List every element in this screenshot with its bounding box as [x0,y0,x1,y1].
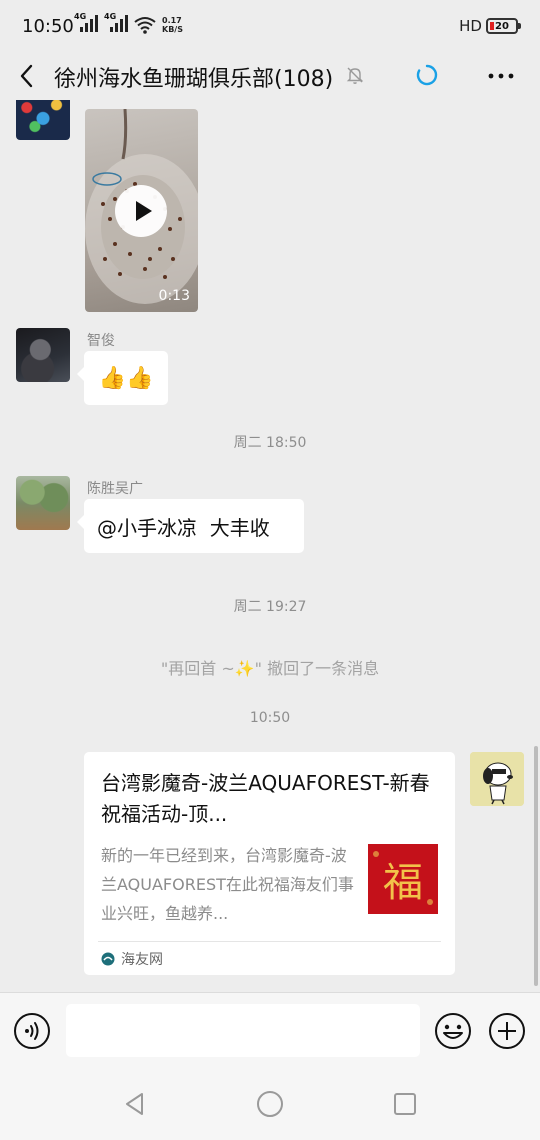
chat-area[interactable]: 0:13 智俊 👍👍 周二 18:50 陈胜吴广 @小手冰凉 大丰收 周二 19… [0,100,540,992]
network-speed: 0.17 KB/S [162,16,183,34]
share-thumb-char: 福 [383,860,423,906]
battery-level: 20 [495,20,509,32]
input-bar [0,992,540,1068]
status-time: 10:50 [22,16,74,37]
play-icon[interactable] [115,185,167,237]
avatar[interactable] [16,476,70,530]
chat-title: 徐州海水鱼珊瑚俱乐部(108) [54,67,334,92]
snoopy-avatar-image [470,752,524,806]
sender-name: 陈胜吴广 [87,481,143,497]
link-share-card[interactable]: 台湾影魔奇-波兰AQUAFOREST-新春祝福活动-顶... 新的一年已经到来，… [84,752,455,975]
signal-icon: 4G [74,12,98,34]
more-icon[interactable] [486,64,516,88]
hd-indicator: HD [459,17,482,35]
message-text: @小手冰凉 大丰收 [97,515,270,540]
video-duration: 0:13 [158,288,190,304]
chat-header: 徐州海水鱼珊瑚俱乐部(108) [0,52,540,100]
nav-back-icon[interactable] [121,1090,149,1118]
loading-icon [416,64,438,86]
status-icons: 4G 4G 0.17 KB/S [74,12,183,34]
system-nav-bar [0,1068,540,1140]
message-input[interactable] [66,1004,420,1057]
share-description: 新的一年已经到来，台湾影魔奇-波兰AQUAFOREST在此祝福海友们事业兴旺，鱼… [101,846,354,923]
timestamp: 10:50 [249,710,291,726]
share-source-name: 海友网 [121,952,163,968]
battery-icon: 20 [486,18,521,34]
share-thumbnail: 福 [368,844,438,914]
sender-name: 智俊 [87,333,115,349]
wifi-icon [134,17,156,34]
signal-icon: 4G [104,12,128,34]
voice-icon[interactable] [13,1012,51,1050]
avatar[interactable] [16,328,70,382]
scrollbar[interactable] [534,746,538,986]
timestamp: 周二 18:50 [233,435,307,451]
nav-recents-icon[interactable] [392,1091,418,1117]
message-text: 👍👍 [98,365,154,391]
status-right: HD 20 [459,17,521,35]
recall-notice: "再回首 ~✨" 撤回了一条消息 [160,659,380,678]
share-title: 台湾影魔奇-波兰AQUAFOREST-新春祝福活动-顶... [101,771,430,826]
back-icon[interactable] [14,62,42,90]
plus-icon[interactable] [488,1012,526,1050]
share-source: 海友网 [101,949,163,969]
divider [98,941,441,942]
mute-icon [346,67,364,84]
nav-home-icon[interactable] [256,1090,284,1118]
source-logo-icon [101,952,115,966]
emoji-icon[interactable] [434,1012,472,1050]
message-bubble[interactable]: 👍👍 [77,351,168,405]
video-message[interactable]: 0:13 [85,109,198,312]
avatar[interactable] [16,100,70,140]
avatar[interactable] [470,752,524,806]
message-bubble[interactable]: @小手冰凉 大丰收 [77,499,304,553]
status-bar: 10:50 4G 4G 0.17 KB/S HD 20 [0,0,540,52]
timestamp: 周二 19:27 [233,599,307,615]
